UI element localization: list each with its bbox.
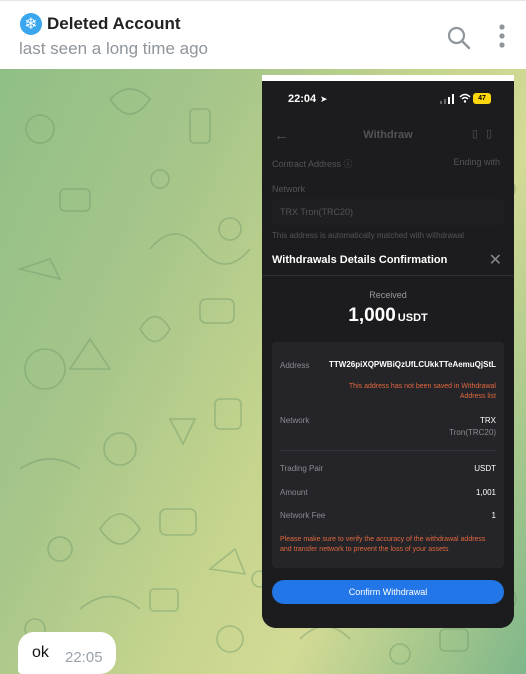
trading-pair-label: Trading Pair [280, 464, 324, 473]
verification-warning: Please make sure to verify the accuracy … [280, 536, 486, 553]
text-message-bubble[interactable]: ok 22:05 [18, 632, 116, 674]
received-unit: USDT [397, 312, 428, 324]
location-arrow-icon: ➤ [320, 94, 328, 104]
withdrawal-confirmation-sheet: Withdrawals Details Confirmation ✕ Recei… [262, 243, 514, 628]
amount-value: 1,001 [475, 488, 496, 497]
details-card: Address TTW26piXQPWBiQzUfLCUkkTTeAemuQjS… [272, 342, 504, 568]
address-label: Address [280, 361, 310, 370]
received-label: Received [369, 290, 407, 300]
address-warning: This address has not been saved in Withd… [348, 383, 496, 400]
chat-header: ❄ Deleted Account last seen a long time … [0, 0, 526, 69]
image-message[interactable]: 22:04 ➤ 47 ← Withdraw ▯▯ Contract Addres… [262, 75, 514, 628]
network-fee-label: Network Fee [280, 511, 326, 520]
network-subvalue: Tron(TRC20) [449, 428, 496, 437]
network-fee-value: 1 [491, 511, 496, 520]
document-icon: ▯▯ [471, 128, 500, 140]
close-icon: ✕ [488, 250, 502, 269]
search-icon[interactable] [446, 25, 472, 51]
message-text: ok [32, 644, 49, 661]
confirm-withdrawal-button: Confirm Withdrawal [272, 580, 504, 604]
withdraw-screen-background: ← Withdraw ▯▯ Contract Address ⓘ Ending … [262, 113, 514, 243]
chat-title[interactable]: Deleted Account [47, 14, 181, 34]
battery-icon: 47 [473, 93, 491, 104]
image-top-strip [262, 75, 514, 81]
contract-value: Ending with [453, 157, 500, 167]
status-time: 22:04 [288, 93, 317, 105]
snowflake-icon[interactable]: ❄ [20, 13, 42, 35]
chat-messages-area: 22:04 ➤ 47 ← Withdraw ▯▯ Contract Addres… [0, 69, 526, 674]
sheet-title: Withdrawals Details Confirmation [272, 254, 448, 266]
phone-status-bar: 22:04 ➤ 47 [262, 93, 514, 113]
more-vertical-icon[interactable] [494, 23, 510, 51]
amount-label: Amount [280, 488, 308, 497]
network-label-bg: Network [272, 184, 306, 194]
message-time: 22:05 [65, 649, 103, 666]
signal-icon [440, 94, 454, 104]
divider [262, 275, 514, 276]
trading-pair-value: USDT [474, 464, 496, 473]
network-value: TRX [480, 416, 496, 425]
chat-status: last seen a long time ago [19, 39, 209, 58]
contract-label: Contract Address ⓘ [272, 159, 353, 169]
network-label: Network [280, 416, 310, 425]
address-value: TTW26piXQPWBiQzUfLCUkkTTeAemuQjStL [329, 360, 496, 369]
network-field-bg: TRX Tron(TRC20) [272, 199, 504, 225]
wifi-icon [459, 93, 471, 103]
received-amount-value: 1,000 [348, 305, 396, 326]
card-divider [280, 450, 496, 451]
auto-match-note: This address is automatically matched wi… [272, 231, 465, 240]
received-amount: 1,000 USDT [262, 305, 514, 327]
